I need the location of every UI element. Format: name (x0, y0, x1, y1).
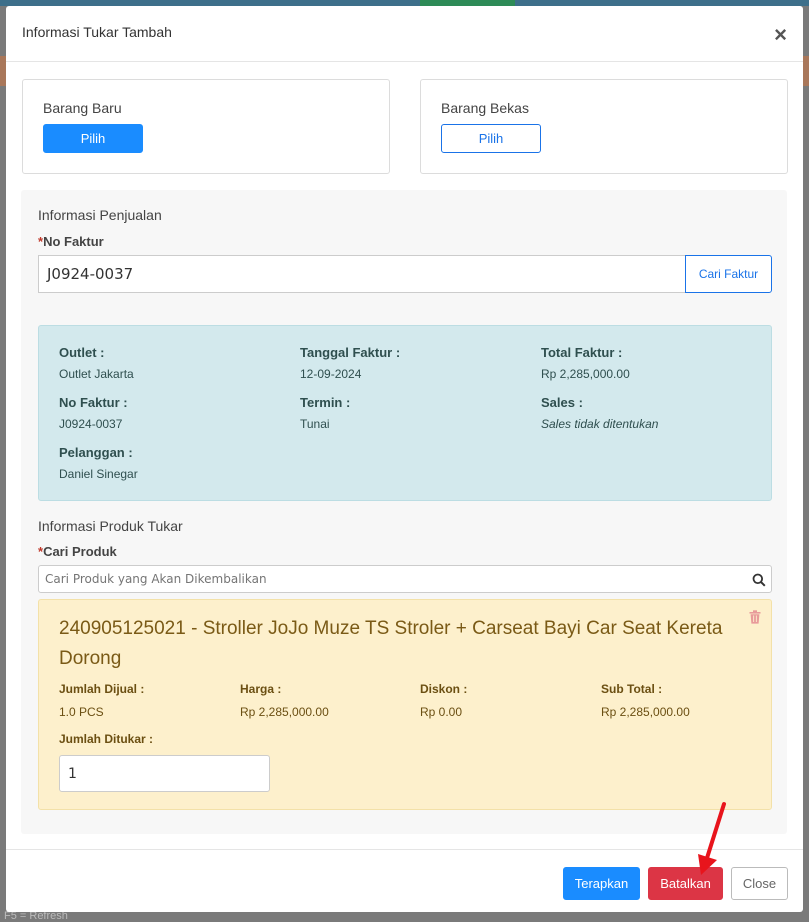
outlet-value: Outlet Jakarta (59, 367, 134, 381)
subtotal-label: Sub Total : (601, 682, 663, 696)
tukar-tambah-modal: Informasi Tukar Tambah × Barang Baru Pil… (6, 6, 803, 912)
jumlah-dijual-label: Jumlah Dijual : (59, 682, 145, 696)
harga-value: Rp 2,285,000.00 (240, 705, 329, 719)
close-icon[interactable]: × (774, 24, 787, 46)
close-button[interactable]: Close (731, 867, 788, 900)
barang-baru-label: Barang Baru (43, 100, 122, 116)
informasi-penjualan-title: Informasi Penjualan (38, 207, 162, 223)
tanggal-faktur-label: Tanggal Faktur : (300, 345, 401, 360)
cari-faktur-button[interactable]: Cari Faktur (685, 255, 772, 293)
diskon-value: Rp 0.00 (420, 705, 463, 719)
jumlah-dijual-value: 1.0 PCS (59, 705, 104, 719)
total-faktur-value: Rp 2,285,000.00 (541, 367, 630, 381)
outlet-label: Outlet : (59, 345, 105, 360)
modal-footer: Terapkan Batalkan Close (6, 849, 803, 912)
cari-produk-label: *Cari Produk (38, 544, 117, 559)
barang-baru-box: Barang Baru Pilih (22, 79, 390, 174)
tanggal-faktur-value: 12-09-2024 (300, 367, 362, 381)
invoice-info-card: Outlet : Outlet Jakarta Tanggal Faktur :… (38, 325, 772, 501)
sales-value: Sales tidak ditentukan (541, 417, 659, 431)
termin-value: Tunai (300, 417, 330, 431)
subtotal-value: Rp 2,285,000.00 (601, 705, 690, 719)
cari-produk-label-text: Cari Produk (43, 544, 117, 559)
barang-bekas-label: Barang Bekas (441, 100, 529, 116)
search-icon[interactable] (752, 573, 766, 587)
total-faktur-label: Total Faktur : (541, 345, 623, 360)
no-faktur-info-label: No Faktur : (59, 395, 128, 410)
jumlah-ditukar-label: Jumlah Ditukar : (59, 732, 154, 746)
jumlah-ditukar-input[interactable]: 1 (59, 755, 270, 792)
no-faktur-label-text: No Faktur (43, 234, 104, 249)
annotation-arrow-icon (698, 802, 726, 875)
penjualan-panel: Informasi Penjualan *No Faktur J0924-003… (21, 190, 787, 834)
modal-header: Informasi Tukar Tambah × (6, 6, 803, 62)
product-title: 240905125021 - Stroller JoJo Muze TS Str… (59, 618, 723, 669)
no-faktur-info-value: J0924-0037 (59, 417, 123, 431)
pilih-barang-bekas-button[interactable]: Pilih (441, 124, 541, 153)
no-faktur-input[interactable]: J0924-0037 (38, 255, 686, 293)
barang-bekas-box: Barang Bekas Pilih (420, 79, 788, 174)
pelanggan-value: Daniel Sinegar (59, 467, 138, 481)
pelanggan-label: Pelanggan : (59, 445, 133, 460)
product-card: 240905125021 - Stroller JoJo Muze TS Str… (38, 599, 772, 810)
trash-icon[interactable] (749, 610, 761, 624)
terapkan-button[interactable]: Terapkan (563, 867, 640, 900)
sales-label: Sales : (541, 395, 583, 410)
harga-label: Harga : (240, 682, 282, 696)
termin-label: Termin : (300, 395, 351, 410)
no-faktur-label: *No Faktur (38, 234, 104, 249)
modal-title: Informasi Tukar Tambah (22, 24, 172, 40)
informasi-produk-tukar-title: Informasi Produk Tukar (38, 518, 183, 534)
pilih-barang-baru-button[interactable]: Pilih (43, 124, 143, 153)
diskon-label: Diskon : (420, 682, 468, 696)
search-input[interactable] (39, 566, 739, 592)
cari-produk-search[interactable] (38, 565, 772, 593)
